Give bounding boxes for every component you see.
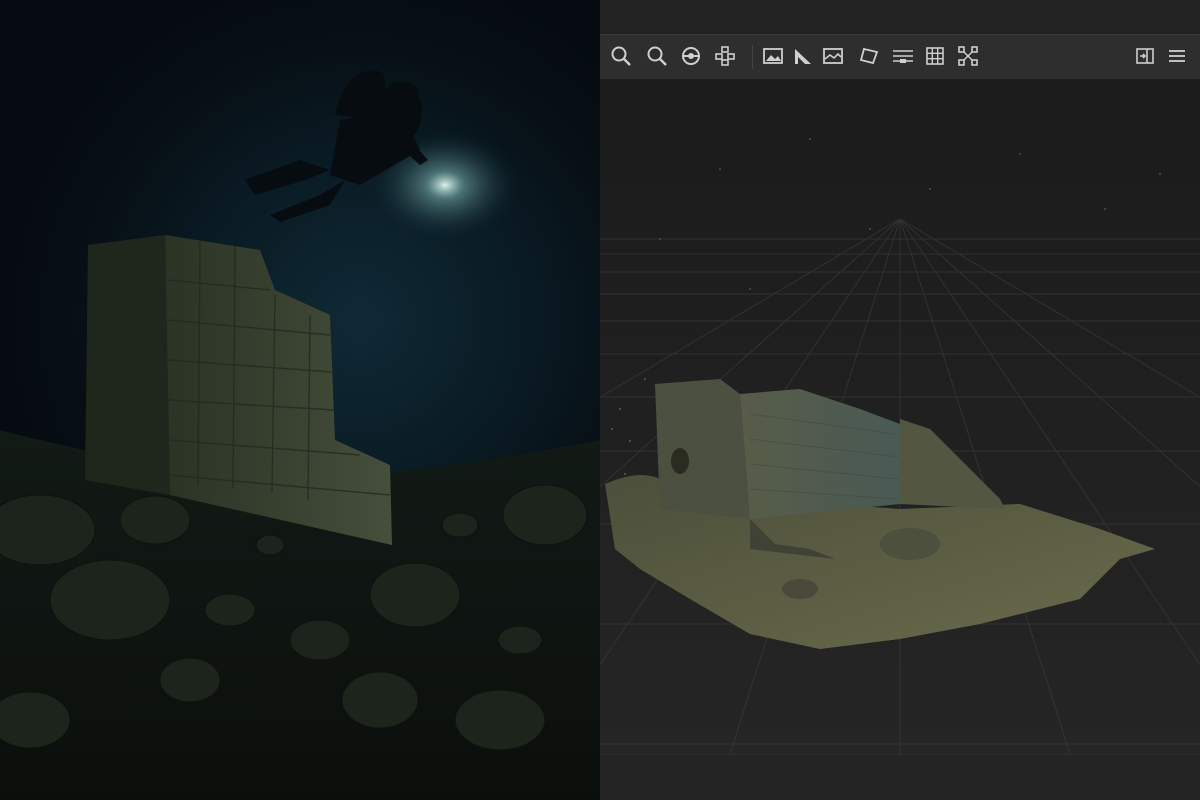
viewport-canvas: [600, 79, 1200, 754]
panorama-icon: [823, 48, 843, 64]
menu-icon: [1169, 50, 1185, 62]
panorama-button[interactable]: [820, 43, 846, 69]
3d-viewer: [600, 0, 1200, 800]
bounding-box-icon: [958, 46, 978, 66]
slope-button[interactable]: [790, 43, 816, 69]
viewer-toolbar: [600, 34, 1200, 80]
plane-button[interactable]: [856, 43, 882, 69]
bounding-box-button[interactable]: [955, 43, 981, 69]
slope-icon: [795, 49, 811, 64]
orbit-button[interactable]: [678, 43, 704, 69]
grid-icon: [926, 47, 944, 65]
3d-viewport[interactable]: [600, 79, 1200, 754]
align-button[interactable]: [890, 43, 916, 69]
panel-toggle-button[interactable]: [1132, 43, 1158, 69]
nodes-button[interactable]: [712, 43, 738, 69]
zoom-in-button[interactable]: [608, 43, 634, 69]
image-icon: [763, 48, 783, 64]
zoom-out-icon: [647, 46, 667, 66]
zoom-in-icon: [611, 46, 631, 66]
menu-button[interactable]: [1164, 43, 1190, 69]
viewer-title-bar: [600, 0, 1200, 34]
image-button[interactable]: [760, 43, 786, 69]
underwater-photo: [0, 0, 600, 800]
plane-icon: [859, 47, 879, 65]
viewer-status-bar: [600, 754, 1200, 800]
underwater-scene: [0, 70, 600, 800]
nodes-icon: [715, 46, 735, 66]
panel-toggle-icon: [1136, 48, 1154, 64]
orbit-icon: [682, 47, 700, 65]
align-icon: [893, 50, 913, 63]
split-screen: [0, 0, 1200, 800]
zoom-out-button[interactable]: [644, 43, 670, 69]
toolbar-divider: [752, 45, 753, 69]
grid-button[interactable]: [922, 43, 948, 69]
